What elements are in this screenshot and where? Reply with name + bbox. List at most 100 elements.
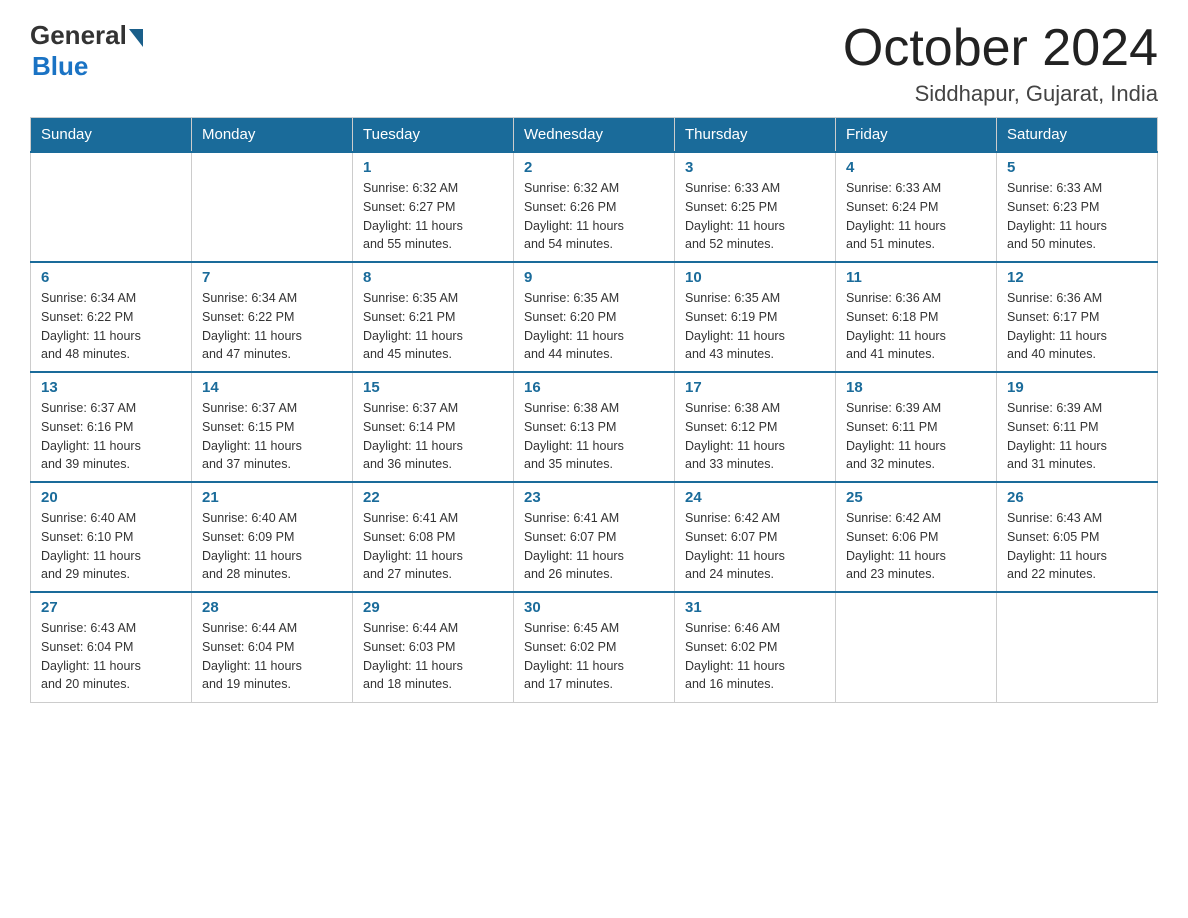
calendar-week-row: 6Sunrise: 6:34 AMSunset: 6:22 PMDaylight… bbox=[31, 262, 1158, 372]
day-info: Sunrise: 6:35 AMSunset: 6:21 PMDaylight:… bbox=[363, 291, 463, 361]
day-info: Sunrise: 6:45 AMSunset: 6:02 PMDaylight:… bbox=[524, 621, 624, 691]
calendar-cell: 25 Sunrise: 6:42 AMSunset: 6:06 PMDayligh… bbox=[836, 482, 997, 592]
day-number: 3 bbox=[685, 159, 825, 176]
calendar-cell: 20 Sunrise: 6:40 AMSunset: 6:10 PMDayligh… bbox=[31, 482, 192, 592]
page-header: General Blue October 2024 Siddhapur, Guj… bbox=[30, 20, 1158, 107]
calendar-cell: 6Sunrise: 6:34 AMSunset: 6:22 PMDaylight… bbox=[31, 262, 192, 372]
day-info: Sunrise: 6:37 AMSunset: 6:16 PMDaylight:… bbox=[41, 401, 141, 471]
day-number: 30 bbox=[524, 599, 664, 616]
day-info: Sunrise: 6:32 AMSunset: 6:27 PMDaylight:… bbox=[363, 181, 463, 251]
calendar-cell bbox=[836, 592, 997, 702]
calendar-cell: 5 Sunrise: 6:33 AMSunset: 6:23 PMDaylight… bbox=[997, 152, 1158, 262]
day-number: 29 bbox=[363, 599, 503, 616]
calendar-cell: 28Sunrise: 6:44 AMSunset: 6:04 PMDayligh… bbox=[192, 592, 353, 702]
day-info: Sunrise: 6:32 AMSunset: 6:26 PMDaylight:… bbox=[524, 181, 624, 251]
calendar-cell: 2Sunrise: 6:32 AMSunset: 6:26 PMDaylight… bbox=[514, 152, 675, 262]
weekday-header-row: SundayMondayTuesdayWednesdayThursdayFrid… bbox=[31, 118, 1158, 153]
calendar-cell: 8 Sunrise: 6:35 AMSunset: 6:21 PMDaylight… bbox=[353, 262, 514, 372]
calendar-cell: 27 Sunrise: 6:43 AMSunset: 6:04 PMDayligh… bbox=[31, 592, 192, 702]
calendar-cell: 19 Sunrise: 6:39 AMSunset: 6:11 PMDayligh… bbox=[997, 372, 1158, 482]
day-info: Sunrise: 6:41 AMSunset: 6:07 PMDaylight:… bbox=[524, 511, 624, 581]
day-number: 9 bbox=[524, 269, 664, 286]
calendar-cell: 11 Sunrise: 6:36 AMSunset: 6:18 PMDayligh… bbox=[836, 262, 997, 372]
calendar-cell: 23 Sunrise: 6:41 AMSunset: 6:07 PMDayligh… bbox=[514, 482, 675, 592]
weekday-header-thursday: Thursday bbox=[675, 118, 836, 153]
month-title: October 2024 bbox=[843, 20, 1158, 77]
day-info: Sunrise: 6:35 AMSunset: 6:19 PMDaylight:… bbox=[685, 291, 785, 361]
day-number: 21 bbox=[202, 489, 342, 506]
day-number: 11 bbox=[846, 269, 986, 286]
day-number: 20 bbox=[41, 489, 181, 506]
day-number: 27 bbox=[41, 599, 181, 616]
day-info: Sunrise: 6:33 AMSunset: 6:24 PMDaylight:… bbox=[846, 181, 946, 251]
calendar-cell: 14 Sunrise: 6:37 AMSunset: 6:15 PMDayligh… bbox=[192, 372, 353, 482]
calendar-cell: 1 Sunrise: 6:32 AMSunset: 6:27 PMDaylight… bbox=[353, 152, 514, 262]
day-info: Sunrise: 6:36 AMSunset: 6:17 PMDaylight:… bbox=[1007, 291, 1107, 361]
calendar-cell bbox=[997, 592, 1158, 702]
calendar-cell: 24 Sunrise: 6:42 AMSunset: 6:07 PMDayligh… bbox=[675, 482, 836, 592]
calendar-cell: 22Sunrise: 6:41 AMSunset: 6:08 PMDayligh… bbox=[353, 482, 514, 592]
day-number: 15 bbox=[363, 379, 503, 396]
calendar-cell: 26Sunrise: 6:43 AMSunset: 6:05 PMDayligh… bbox=[997, 482, 1158, 592]
weekday-header-friday: Friday bbox=[836, 118, 997, 153]
day-number: 25 bbox=[846, 489, 986, 506]
day-info: Sunrise: 6:43 AMSunset: 6:04 PMDaylight:… bbox=[41, 621, 141, 691]
logo-blue-text: Blue bbox=[32, 51, 88, 82]
calendar-cell: 30 Sunrise: 6:45 AMSunset: 6:02 PMDayligh… bbox=[514, 592, 675, 702]
weekday-header-monday: Monday bbox=[192, 118, 353, 153]
day-number: 26 bbox=[1007, 489, 1147, 506]
day-number: 12 bbox=[1007, 269, 1147, 286]
day-info: Sunrise: 6:40 AMSunset: 6:09 PMDaylight:… bbox=[202, 511, 302, 581]
day-number: 14 bbox=[202, 379, 342, 396]
day-number: 8 bbox=[363, 269, 503, 286]
day-number: 18 bbox=[846, 379, 986, 396]
day-number: 13 bbox=[41, 379, 181, 396]
day-number: 22 bbox=[363, 489, 503, 506]
day-info: Sunrise: 6:42 AMSunset: 6:06 PMDaylight:… bbox=[846, 511, 946, 581]
calendar-cell bbox=[31, 152, 192, 262]
day-info: Sunrise: 6:36 AMSunset: 6:18 PMDaylight:… bbox=[846, 291, 946, 361]
logo-arrow-icon bbox=[129, 29, 143, 47]
day-number: 19 bbox=[1007, 379, 1147, 396]
weekday-header-wednesday: Wednesday bbox=[514, 118, 675, 153]
day-info: Sunrise: 6:33 AMSunset: 6:23 PMDaylight:… bbox=[1007, 181, 1107, 251]
day-number: 5 bbox=[1007, 159, 1147, 176]
day-info: Sunrise: 6:40 AMSunset: 6:10 PMDaylight:… bbox=[41, 511, 141, 581]
calendar-week-row: 13 Sunrise: 6:37 AMSunset: 6:16 PMDayligh… bbox=[31, 372, 1158, 482]
day-info: Sunrise: 6:46 AMSunset: 6:02 PMDaylight:… bbox=[685, 621, 785, 691]
day-info: Sunrise: 6:33 AMSunset: 6:25 PMDaylight:… bbox=[685, 181, 785, 251]
day-info: Sunrise: 6:37 AMSunset: 6:15 PMDaylight:… bbox=[202, 401, 302, 471]
day-number: 31 bbox=[685, 599, 825, 616]
day-info: Sunrise: 6:38 AMSunset: 6:13 PMDaylight:… bbox=[524, 401, 624, 471]
day-info: Sunrise: 6:39 AMSunset: 6:11 PMDaylight:… bbox=[846, 401, 946, 471]
calendar-cell: 3 Sunrise: 6:33 AMSunset: 6:25 PMDaylight… bbox=[675, 152, 836, 262]
day-number: 24 bbox=[685, 489, 825, 506]
weekday-header-sunday: Sunday bbox=[31, 118, 192, 153]
day-info: Sunrise: 6:34 AMSunset: 6:22 PMDaylight:… bbox=[41, 291, 141, 361]
calendar-cell: 31 Sunrise: 6:46 AMSunset: 6:02 PMDayligh… bbox=[675, 592, 836, 702]
day-number: 7 bbox=[202, 269, 342, 286]
calendar-week-row: 27 Sunrise: 6:43 AMSunset: 6:04 PMDayligh… bbox=[31, 592, 1158, 702]
location-title: Siddhapur, Gujarat, India bbox=[843, 81, 1158, 107]
day-number: 16 bbox=[524, 379, 664, 396]
day-info: Sunrise: 6:39 AMSunset: 6:11 PMDaylight:… bbox=[1007, 401, 1107, 471]
day-info: Sunrise: 6:44 AMSunset: 6:03 PMDaylight:… bbox=[363, 621, 463, 691]
title-block: October 2024 Siddhapur, Gujarat, India bbox=[843, 20, 1158, 107]
calendar-cell: 18 Sunrise: 6:39 AMSunset: 6:11 PMDayligh… bbox=[836, 372, 997, 482]
day-info: Sunrise: 6:38 AMSunset: 6:12 PMDaylight:… bbox=[685, 401, 785, 471]
weekday-header-saturday: Saturday bbox=[997, 118, 1158, 153]
day-info: Sunrise: 6:37 AMSunset: 6:14 PMDaylight:… bbox=[363, 401, 463, 471]
day-info: Sunrise: 6:42 AMSunset: 6:07 PMDaylight:… bbox=[685, 511, 785, 581]
day-number: 23 bbox=[524, 489, 664, 506]
logo-general-text: General bbox=[30, 20, 127, 51]
calendar-cell: 7Sunrise: 6:34 AMSunset: 6:22 PMDaylight… bbox=[192, 262, 353, 372]
day-number: 17 bbox=[685, 379, 825, 396]
day-info: Sunrise: 6:44 AMSunset: 6:04 PMDaylight:… bbox=[202, 621, 302, 691]
weekday-header-tuesday: Tuesday bbox=[353, 118, 514, 153]
logo: General Blue bbox=[30, 20, 143, 82]
day-info: Sunrise: 6:35 AMSunset: 6:20 PMDaylight:… bbox=[524, 291, 624, 361]
calendar-cell: 4Sunrise: 6:33 AMSunset: 6:24 PMDaylight… bbox=[836, 152, 997, 262]
calendar-cell: 13 Sunrise: 6:37 AMSunset: 6:16 PMDayligh… bbox=[31, 372, 192, 482]
day-number: 1 bbox=[363, 159, 503, 176]
calendar-cell: 12 Sunrise: 6:36 AMSunset: 6:17 PMDayligh… bbox=[997, 262, 1158, 372]
